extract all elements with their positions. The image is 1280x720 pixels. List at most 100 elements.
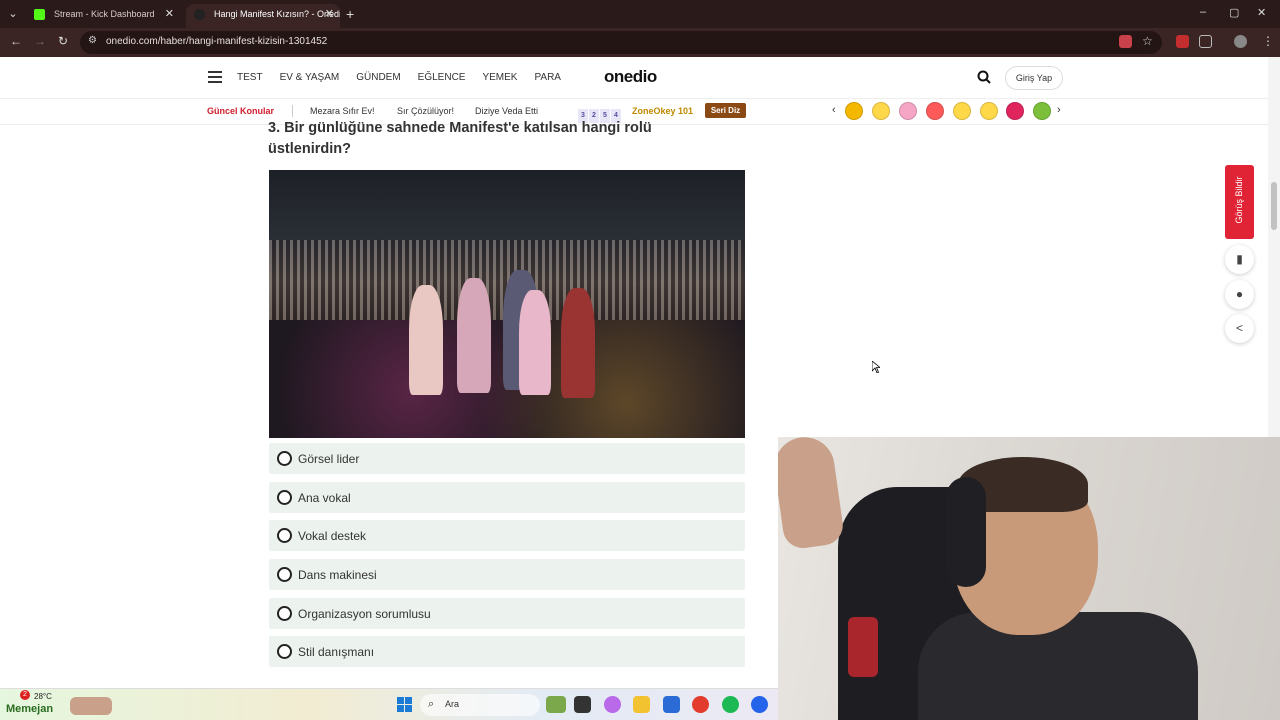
- windows-taskbar: 2 28°C Memejan ⌕ Ara: [0, 688, 778, 720]
- answer-label: Stil danışmanı: [298, 645, 375, 660]
- chevron-right-icon[interactable]: ›: [1057, 104, 1061, 116]
- webcam-overlay: [778, 437, 1280, 720]
- profile-avatar[interactable]: [1234, 35, 1247, 48]
- zone-okey-link[interactable]: ZoneOkey 101: [632, 106, 693, 116]
- nav-test[interactable]: TEST: [237, 72, 263, 83]
- performer-figure: [457, 278, 491, 393]
- main-nav: TEST EV & YAŞAM GÜNDEM EĞLENCE YEMEK PAR…: [237, 72, 561, 83]
- terminal-app-icon[interactable]: [574, 696, 591, 713]
- maximize-button[interactable]: ▢: [1229, 6, 1239, 19]
- feedback-label: Görüş Bildir: [1234, 176, 1244, 224]
- nav-gundem[interactable]: GÜNDEM: [356, 72, 400, 83]
- search-icon: ⌕: [428, 698, 435, 710]
- answer-option[interactable]: Görsel lider: [269, 443, 745, 474]
- bookmark-icon[interactable]: ▮: [1225, 245, 1254, 274]
- scrollbar-thumb[interactable]: [1271, 182, 1277, 230]
- chrome-app-icon[interactable]: [692, 696, 709, 713]
- headset: [946, 477, 986, 587]
- reload-icon[interactable]: ↻: [58, 34, 68, 48]
- radio-button[interactable]: [277, 489, 292, 505]
- extensions-puzzle-icon[interactable]: [1199, 35, 1212, 48]
- trending-link[interactable]: Sır Çözülüyor!: [397, 106, 454, 116]
- file-explorer-icon[interactable]: [633, 696, 650, 713]
- emoji-p-icon[interactable]: [1006, 102, 1024, 120]
- nav-ev-yasam[interactable]: EV & YAŞAM: [280, 72, 340, 83]
- seri-diz-button[interactable]: Seri Diz: [705, 103, 746, 118]
- close-window-button[interactable]: ✕: [1257, 6, 1266, 19]
- copilot-app-icon[interactable]: [604, 696, 621, 713]
- new-tab-button[interactable]: +: [346, 5, 354, 23]
- mouse-cursor-icon: [872, 361, 880, 373]
- radio-button[interactable]: [277, 528, 292, 544]
- chair-accent: [848, 617, 878, 677]
- onedio-logo[interactable]: onedio: [604, 67, 657, 87]
- address-bar[interactable]: ⚙ onedio.com/haber/hangi-manifest-kizisi…: [80, 31, 1162, 54]
- close-tab-icon[interactable]: ✕: [325, 4, 334, 24]
- answer-option[interactable]: Ana vokal: [269, 481, 745, 513]
- minimize-button[interactable]: –: [1200, 6, 1206, 18]
- emoji-sad-icon[interactable]: [953, 102, 971, 120]
- answer-option[interactable]: Dans makinesi: [269, 559, 745, 591]
- share-icon[interactable]: <: [1225, 314, 1254, 343]
- answer-label: Ana vokal: [298, 490, 351, 505]
- radio-button[interactable]: [277, 451, 292, 466]
- feedback-button[interactable]: Görüş Bildir: [1225, 165, 1254, 239]
- question-title: 3. Bir günlüğüne sahnede Manifest'e katı…: [268, 120, 652, 157]
- emoji-heart-icon[interactable]: [899, 102, 917, 120]
- windows-start-icon[interactable]: [397, 697, 413, 713]
- comments-icon[interactable]: ●: [1225, 280, 1254, 309]
- answer-label: Vokal destek: [298, 529, 367, 544]
- menu-dots-icon[interactable]: ⋮: [1262, 34, 1274, 48]
- tab-onedio[interactable]: Hangi Manifest Kızısın? - Onedio ✕: [186, 4, 340, 28]
- browser-toolbar: ← → ↻ ⚙ onedio.com/haber/hangi-manifest-…: [0, 28, 1280, 57]
- answer-option[interactable]: Stil danışmanı: [269, 636, 745, 668]
- emoji-smile-icon[interactable]: [980, 102, 998, 120]
- url-text[interactable]: onedio.com/haber/hangi-manifest-kizisin-…: [106, 36, 327, 47]
- nav-eglence[interactable]: EĞLENCE: [418, 72, 466, 83]
- radio-button[interactable]: [277, 644, 292, 660]
- raised-hand: [778, 437, 846, 551]
- tab-title: Stream - Kick Dashboard: [54, 9, 155, 19]
- radio-button[interactable]: [277, 567, 292, 583]
- forward-icon[interactable]: →: [34, 34, 46, 48]
- zone-okey-tiles[interactable]: 3254: [578, 104, 624, 123]
- spotify-app-icon[interactable]: [722, 696, 739, 713]
- extension-icon[interactable]: [1176, 35, 1189, 48]
- onedio-favicon-icon: [194, 9, 205, 20]
- nav-yemek[interactable]: YEMEK: [482, 72, 517, 83]
- close-tab-icon[interactable]: ✕: [165, 4, 174, 24]
- chevron-left-icon[interactable]: ‹: [832, 104, 836, 116]
- search-icon[interactable]: [977, 70, 991, 84]
- cast-icon[interactable]: [1119, 35, 1132, 48]
- hamburger-menu-icon[interactable]: [208, 71, 222, 83]
- taskbar-search-label: Ara: [445, 699, 460, 709]
- trending-link[interactable]: Mezara Sıfır Ev!: [310, 106, 375, 116]
- trending-link[interactable]: Diziye Veda Etti: [475, 106, 538, 116]
- emoji-cool-icon[interactable]: [872, 102, 890, 120]
- taskbar-search[interactable]: ⌕ Ara: [420, 694, 540, 716]
- divider: [292, 105, 293, 117]
- back-icon[interactable]: ←: [10, 34, 22, 48]
- emoji-love-icon[interactable]: [926, 102, 944, 120]
- notification-badge: 2: [20, 690, 30, 700]
- emoji-tree-icon[interactable]: [1033, 102, 1051, 120]
- nav-para[interactable]: PARA: [534, 72, 561, 83]
- ea-app-icon[interactable]: [751, 696, 768, 713]
- game-app-icon[interactable]: [546, 696, 566, 713]
- bookmark-star-icon[interactable]: ☆: [1142, 34, 1153, 48]
- kick-favicon-icon: [34, 9, 45, 20]
- store-app-icon[interactable]: [663, 696, 680, 713]
- emoji-badge-icon[interactable]: [845, 102, 863, 120]
- site-info-icon[interactable]: ⚙: [88, 35, 97, 46]
- tab-kick-dashboard[interactable]: Stream - Kick Dashboard ✕: [26, 4, 180, 28]
- login-button[interactable]: Giriş Yap: [1005, 66, 1063, 90]
- widget-image[interactable]: [70, 697, 112, 715]
- weather-temp[interactable]: 28°C: [34, 692, 52, 701]
- tab-title: Hangi Manifest Kızısın? - Onedio: [214, 9, 340, 19]
- answer-option[interactable]: Vokal destek: [269, 520, 745, 552]
- tab-search-icon[interactable]: ⌄: [4, 5, 22, 23]
- radio-button[interactable]: [277, 605, 292, 621]
- widget-label[interactable]: Memejan: [6, 703, 53, 715]
- answer-option[interactable]: Organizasyon sorumlusu: [269, 597, 745, 629]
- answer-label: Organizasyon sorumlusu: [298, 606, 431, 621]
